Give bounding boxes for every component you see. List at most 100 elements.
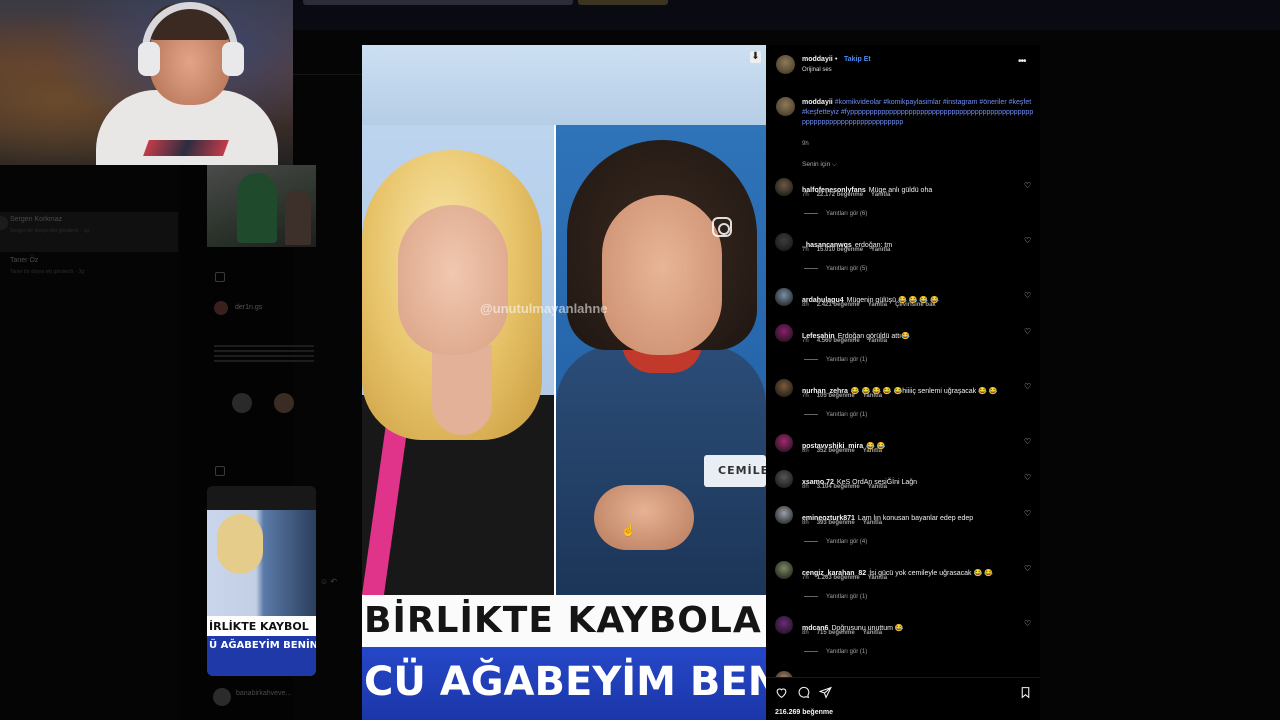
reel-video[interactable]: CEMİLE @unutulmayanlahne ⬇ BİRLİKTE KAYB… <box>362 45 766 720</box>
heart-icon[interactable]: ♡ <box>1024 291 1031 300</box>
photo-figure <box>237 173 277 243</box>
thumb-header <box>207 486 316 510</box>
heart-icon[interactable]: ♡ <box>1024 181 1031 190</box>
comment-likes[interactable]: 2.421 beğenme <box>817 302 860 308</box>
view-replies-button[interactable]: Yanıtları gör (4) <box>804 539 867 545</box>
commenter-avatar[interactable] <box>775 379 793 397</box>
comment-likes[interactable]: 15.010 beğenme <box>817 247 863 253</box>
view-replies-button[interactable]: Yanıtları gör (6) <box>804 211 867 217</box>
comment-likes[interactable]: 3.104 beğenme <box>817 484 860 490</box>
reply-button[interactable]: Yanıtla <box>871 247 890 253</box>
reply-button[interactable]: Yanıtla <box>863 448 882 454</box>
heart-icon[interactable]: ♡ <box>1024 619 1031 628</box>
webcam-shirt-print <box>143 140 229 156</box>
dm-name: Taner Öz <box>10 257 39 264</box>
heart-icon[interactable]: ♡ <box>1024 564 1031 573</box>
reply-button[interactable]: Yanıtla <box>868 575 887 581</box>
view-replies-button[interactable]: Yanıtları gör (1) <box>804 594 867 600</box>
reply-button[interactable]: Yanıtla <box>863 393 882 399</box>
comment-time: 8h <box>802 484 809 490</box>
likes-count[interactable]: 216.269 beğenme <box>775 709 833 716</box>
commenter-avatar[interactable] <box>775 178 793 196</box>
heart-icon[interactable]: ♡ <box>1024 236 1031 245</box>
comment-likes[interactable]: 715 beğenme <box>817 630 855 636</box>
comment-likes[interactable]: 1.263 beğenme <box>817 575 860 581</box>
browser-tab-strip <box>293 0 1280 30</box>
comment-meta: 8h 393 beğenme Yanıtla <box>802 520 890 526</box>
comment-meta: 7h 22.172 beğenme Yanıtla <box>802 192 898 198</box>
heart-icon[interactable]: ♡ <box>1024 327 1031 336</box>
shared-reel-thumbnail[interactable]: İRLİKTE KAYBOL Ü AĞABEYİM BENİN <box>207 486 316 676</box>
video-background <box>362 45 766 125</box>
photo-figure <box>285 190 311 245</box>
heart-icon[interactable]: ♡ <box>1024 382 1031 391</box>
view-replies-button[interactable]: Yanıtları gör (5) <box>804 266 867 272</box>
dm-name[interactable]: banabirkahveve... <box>236 690 291 697</box>
heart-icon[interactable]: ♡ <box>1024 509 1031 518</box>
comment-time: 7h <box>802 338 809 344</box>
dm-item[interactable]: Taner Öz Taner bir dosya eki gönderdi. ·… <box>0 253 178 293</box>
video-watermark: @unutulmayanlahne <box>480 301 608 316</box>
download-icon[interactable]: ⬇ <box>750 51 761 63</box>
reply-button[interactable]: Yanıtla <box>863 630 882 636</box>
tv-banner-blue: CÜ AĞABEYİM BENİM <box>362 647 766 720</box>
dm-preview: Sergen bir dosya ekiı gönderdi. · 1g <box>10 228 90 234</box>
comment-meta: 7h 1.263 beğenme Yanıtla <box>802 575 895 581</box>
bookmark-icon[interactable] <box>1019 686 1032 702</box>
dm-list: Sergen Korkmaz Sergen bir dosya ekiı gön… <box>0 165 180 720</box>
reply-button[interactable]: Yanıtla <box>868 338 887 344</box>
commenter-avatar[interactable] <box>775 434 793 452</box>
thumb-banner-white: İRLİKTE KAYBOL <box>207 616 316 636</box>
caption-username[interactable]: moddayii <box>802 99 833 106</box>
audio-label[interactable]: Orijinal ses <box>802 67 832 73</box>
caption-hashtags[interactable]: #komikvideolar #komikpaylasimlar #instag… <box>802 99 1033 126</box>
commenter-avatar[interactable] <box>775 470 793 488</box>
webcam-overlay <box>0 0 293 165</box>
view-replies-button[interactable]: Yanıtları gör (1) <box>804 649 867 655</box>
thumb-figure <box>217 514 263 574</box>
thumb-banner-blue: Ü AĞABEYİM BENİN <box>207 636 316 676</box>
comment-icon[interactable] <box>797 686 810 702</box>
heart-icon[interactable]: ♡ <box>1024 473 1031 482</box>
browser-tab[interactable] <box>303 0 573 5</box>
comment-meta: 8h 352 beğenme Yanıtla <box>802 448 890 454</box>
react-icon[interactable]: ☺ ↶ <box>320 577 337 586</box>
reply-button[interactable]: Yanıtla <box>871 192 890 198</box>
commenter-avatar[interactable] <box>775 233 793 251</box>
comment-meta: 7h 105 beğenme Yanıtla <box>802 393 890 399</box>
shared-photo-thumbnail[interactable] <box>207 165 316 247</box>
reply-button[interactable]: Yanıtla <box>868 302 887 308</box>
reels-icon <box>215 466 225 476</box>
reply-button[interactable]: Yanıtla <box>863 520 882 526</box>
comment-likes[interactable]: 393 beğenme <box>817 520 855 526</box>
author-username[interactable]: moddayii <box>802 56 833 63</box>
commenter-avatar[interactable] <box>775 561 793 579</box>
comment-likes[interactable]: 4.560 beğenme <box>817 338 860 344</box>
view-replies-button[interactable]: Yanıtları gör (1) <box>804 357 867 363</box>
comment-likes[interactable]: 105 beğenme <box>817 393 855 399</box>
shared-account-name[interactable]: der1n.gs <box>235 304 262 311</box>
avatar <box>213 688 231 706</box>
author-avatar[interactable] <box>776 97 795 116</box>
comment-likes[interactable]: 352 beğenme <box>817 448 855 454</box>
author-avatar[interactable] <box>776 55 795 74</box>
dm-item[interactable]: Sergen Korkmaz Sergen bir dosya ekiı gön… <box>0 212 178 252</box>
comment-meta: 8h 3.104 beğenme Yanıtla <box>802 484 895 490</box>
share-icon[interactable] <box>818 686 832 702</box>
commenter-avatar[interactable] <box>775 288 793 306</box>
follow-button[interactable]: Takip Et <box>844 56 871 63</box>
comment-likes[interactable]: 22.172 beğenme <box>817 192 863 198</box>
heart-icon[interactable] <box>775 686 788 702</box>
view-replies-button[interactable]: Yanıtları gör (1) <box>804 412 867 418</box>
commenter-avatar[interactable] <box>775 506 793 524</box>
reply-button[interactable]: Yanıtla <box>868 484 887 490</box>
browser-tab-active[interactable] <box>578 0 668 5</box>
commenter-avatar[interactable] <box>775 324 793 342</box>
commenter-avatar[interactable] <box>775 616 793 634</box>
avatar <box>274 393 294 413</box>
comment-sort-dropdown[interactable]: Senin için ⌵ <box>802 161 837 169</box>
translate-button[interactable]: Çevirisine bak <box>895 302 936 308</box>
more-options-icon[interactable]: ••• <box>1018 56 1026 67</box>
heart-icon[interactable]: ♡ <box>1024 437 1031 446</box>
comment-meta: 7h 15.010 beğenme Yanıtla <box>802 247 898 253</box>
